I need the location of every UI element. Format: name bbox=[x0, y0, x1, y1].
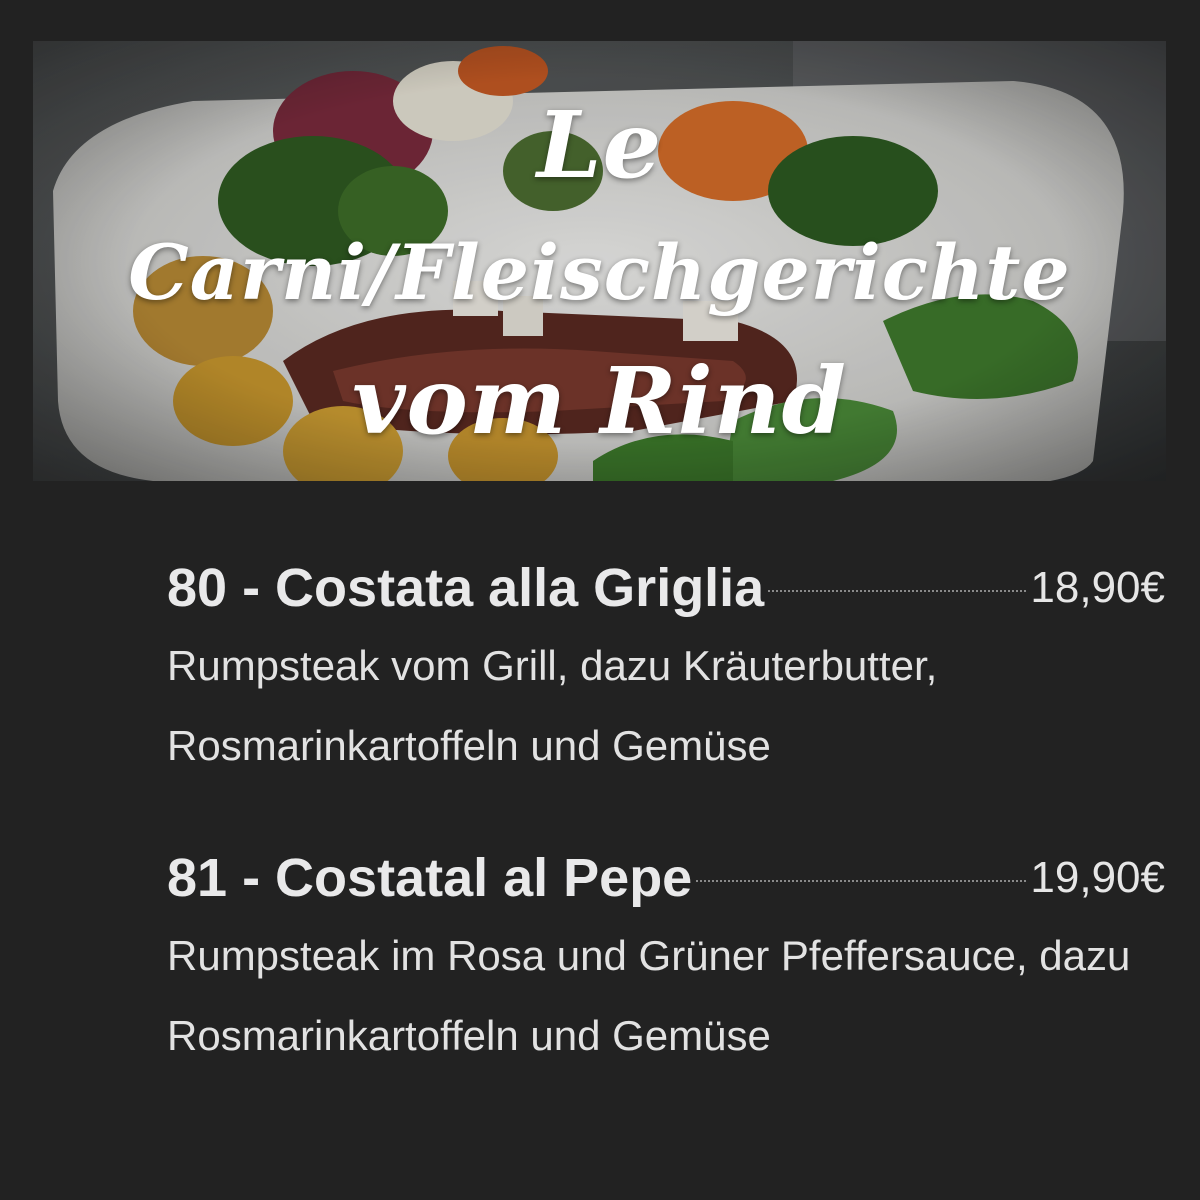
menu-item-header: 80 - Costata alla Griglia 18,90€ bbox=[167, 556, 1165, 620]
title-line-le: Le bbox=[536, 91, 663, 199]
dotted-leader bbox=[696, 880, 1027, 882]
menu-item-header: 81 - Costatal al Pepe 19,90€ bbox=[167, 846, 1165, 910]
menu-item-description: Rumpsteak vom Grill, dazu Kräuterbutter,… bbox=[167, 642, 938, 769]
page-title: Le Carni/Fleischgerichte vom Rind bbox=[33, 81, 1166, 465]
menu-item-price: 19,90€ bbox=[1030, 853, 1165, 902]
menu-item-name: 80 - Costata alla Griglia bbox=[167, 558, 765, 618]
title-line-carni: Carni/Fleischgerichte bbox=[128, 228, 1071, 317]
menu-item[interactable]: 80 - Costata alla Griglia 18,90€ Rumpste… bbox=[167, 556, 1165, 786]
title-line-vom-rind: vom Rind bbox=[352, 347, 847, 455]
menu-item-price: 18,90€ bbox=[1030, 563, 1165, 612]
menu-item-description: Rumpsteak im Rosa und Grüner Pfeffersauc… bbox=[167, 932, 1131, 1059]
menu-item[interactable]: 81 - Costatal al Pepe 19,90€ Rumpsteak i… bbox=[167, 846, 1165, 1076]
dotted-leader bbox=[768, 590, 1027, 592]
header-banner: Le Carni/Fleischgerichte vom Rind bbox=[33, 41, 1166, 481]
menu-item-name: 81 - Costatal al Pepe bbox=[167, 848, 693, 908]
